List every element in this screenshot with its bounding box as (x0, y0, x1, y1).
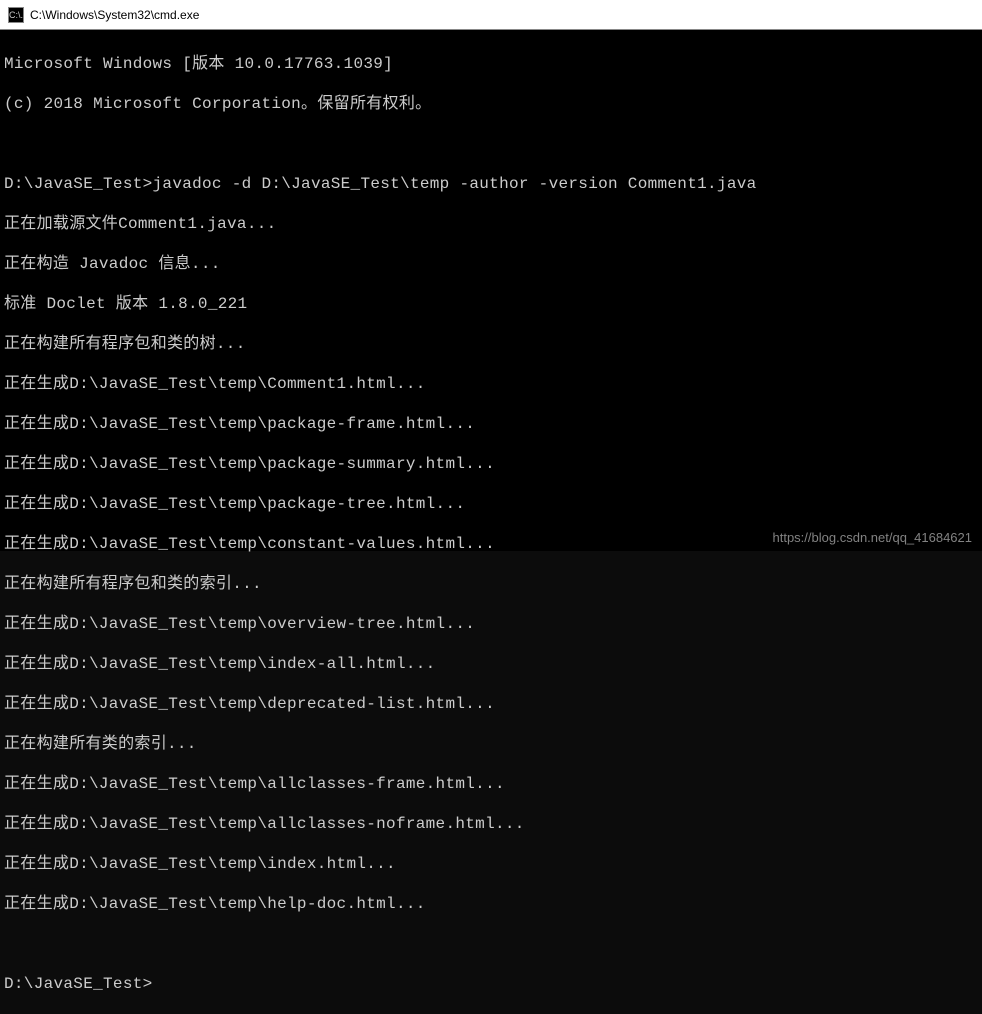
terminal-line: 标准 Doclet 版本 1.8.0_221 (4, 294, 978, 314)
window-title-bar[interactable]: C:\. C:\Windows\System32\cmd.exe (0, 0, 982, 30)
window-title: C:\Windows\System32\cmd.exe (30, 8, 199, 22)
watermark: https://blog.csdn.net/qq_41684621 (773, 530, 973, 545)
terminal-line: 正在构建所有类的索引... (4, 734, 978, 754)
terminal-line (4, 134, 978, 154)
terminal-line: 正在生成D:\JavaSE_Test\temp\package-summary.… (4, 454, 978, 474)
terminal-line: 正在生成D:\JavaSE_Test\temp\package-tree.htm… (4, 494, 978, 514)
terminal-line: 正在生成D:\JavaSE_Test\temp\index.html... (4, 854, 978, 874)
terminal-line: 正在生成D:\JavaSE_Test\temp\help-doc.html... (4, 894, 978, 914)
terminal-line: 正在构建所有程序包和类的树... (4, 334, 978, 354)
terminal-line: 正在构造 Javadoc 信息... (4, 254, 978, 274)
terminal-line: 正在生成D:\JavaSE_Test\temp\allclasses-nofra… (4, 814, 978, 834)
terminal-line: D:\JavaSE_Test>javadoc -d D:\JavaSE_Test… (4, 174, 978, 194)
terminal-line: 正在加载源文件Comment1.java... (4, 214, 978, 234)
terminal-line: Microsoft Windows [版本 10.0.17763.1039] (4, 54, 978, 74)
terminal-line: 正在生成D:\JavaSE_Test\temp\deprecated-list.… (4, 694, 978, 714)
terminal-output[interactable]: Microsoft Windows [版本 10.0.17763.1039] (… (0, 30, 982, 551)
terminal-line: 正在生成D:\JavaSE_Test\temp\allclasses-frame… (4, 774, 978, 794)
terminal-line: 正在生成D:\JavaSE_Test\temp\index-all.html..… (4, 654, 978, 674)
terminal-line (4, 934, 978, 954)
terminal-prompt[interactable]: D:\JavaSE_Test> (4, 974, 978, 994)
terminal-line: 正在生成D:\JavaSE_Test\temp\overview-tree.ht… (4, 614, 978, 634)
terminal-line: 正在生成D:\JavaSE_Test\temp\package-frame.ht… (4, 414, 978, 434)
cmd-icon: C:\. (8, 7, 24, 23)
terminal-line: (c) 2018 Microsoft Corporation。保留所有权利。 (4, 94, 978, 114)
terminal-line: 正在构建所有程序包和类的索引... (4, 574, 978, 594)
terminal-line: 正在生成D:\JavaSE_Test\temp\Comment1.html... (4, 374, 978, 394)
